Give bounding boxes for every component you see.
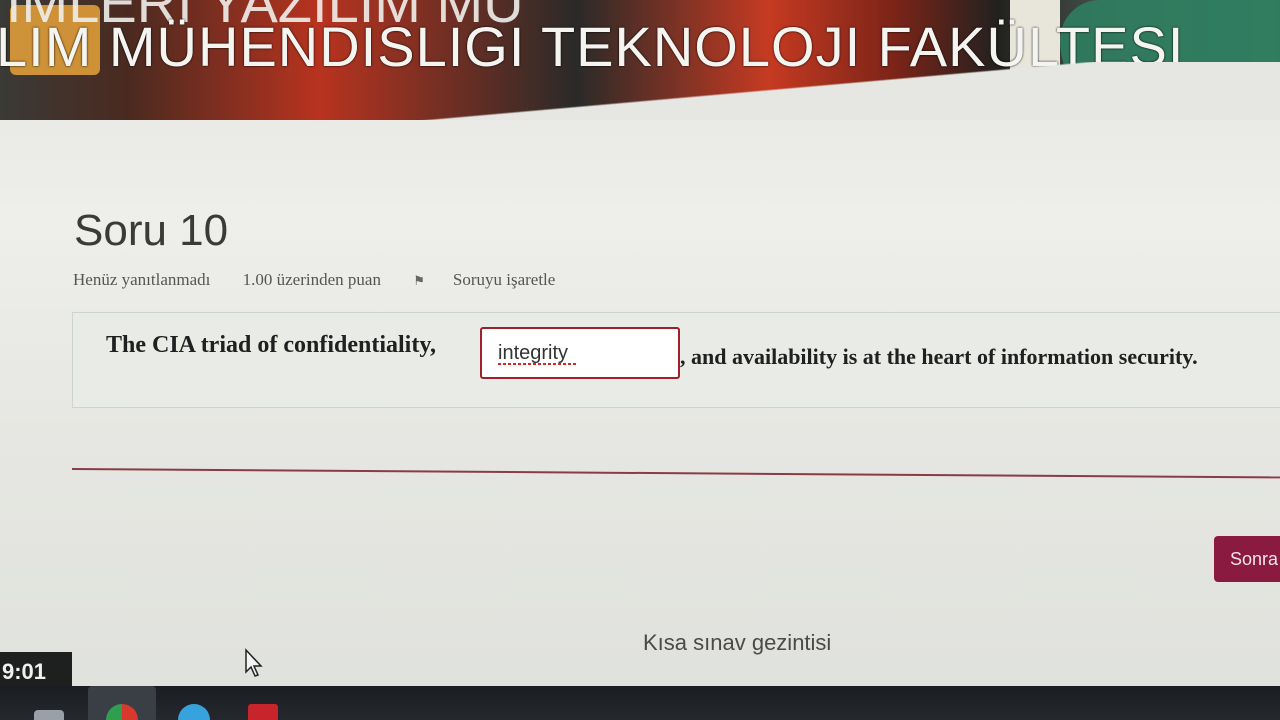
quiz-navigation-link[interactable]: Kısa sınav gezintisi xyxy=(643,630,831,656)
file-explorer-icon[interactable] xyxy=(34,710,64,720)
question-text-before: The CIA triad of confidentiality, xyxy=(106,332,437,358)
divider xyxy=(71,468,1280,479)
spellcheck-underline xyxy=(498,363,578,365)
app-icon[interactable] xyxy=(248,704,278,720)
mouse-cursor-icon xyxy=(245,648,263,677)
banner-edge xyxy=(0,62,1280,120)
flag-icon: ⚑ xyxy=(413,273,425,288)
question-text-after: , and availability is at the heart of in… xyxy=(680,344,1198,369)
flag-question-label: Soruyu işaretle xyxy=(452,270,556,289)
answer-input[interactable] xyxy=(480,327,680,379)
question-status: Henüz yanıtlanmadı xyxy=(73,270,211,289)
header-banner: IMLERI YAZILIM MU LIM MÜHENDISLIGI TEKNO… xyxy=(0,0,1280,120)
next-page-button[interactable]: Sonra xyxy=(1214,536,1280,582)
quiz-page: IMLERI YAZILIM MU LIM MÜHENDISLIGI TEKNO… xyxy=(0,0,1280,720)
question-info: Henüz yanıtlanmadı 1.00 üzerinden puan ⚑… xyxy=(73,270,611,290)
question-title: Soru 10 xyxy=(74,206,229,255)
flag-question-link[interactable]: ⚑ Soruyu işaretle xyxy=(413,270,583,290)
question-points: 1.00 üzerinden puan xyxy=(242,270,381,289)
